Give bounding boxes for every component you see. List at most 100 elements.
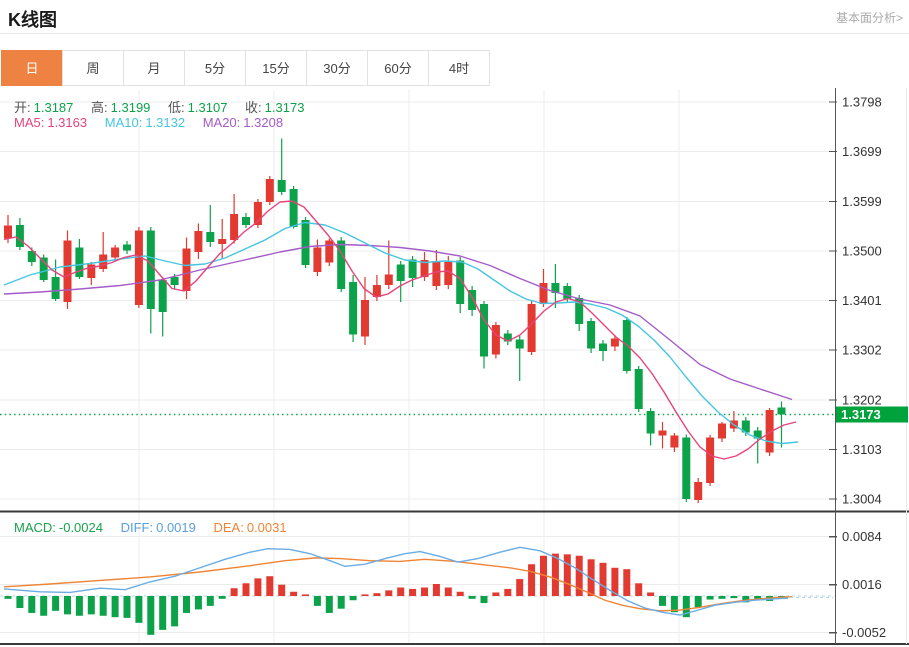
price-tick-label: 1.3798: [842, 95, 882, 110]
candle[interactable]: [635, 369, 643, 409]
macd-bar: [124, 596, 131, 618]
candle[interactable]: [302, 220, 310, 265]
price-tick-label: 1.3004: [842, 492, 882, 507]
macd-bar: [183, 596, 190, 613]
macd-tick-label: 0.0084: [842, 529, 882, 544]
candle[interactable]: [4, 226, 12, 239]
price-tick-label: 1.3202: [842, 393, 882, 408]
candle[interactable]: [111, 248, 119, 258]
macd-bar: [457, 592, 464, 596]
price-tick-label: 1.3103: [842, 442, 882, 457]
macd-bar: [635, 583, 642, 596]
candle[interactable]: [135, 231, 143, 306]
candle[interactable]: [147, 231, 155, 310]
macd-bar: [707, 596, 714, 600]
candle[interactable]: [682, 438, 690, 500]
candle[interactable]: [64, 241, 72, 303]
macd-bar: [231, 588, 238, 596]
macd-bar: [528, 564, 535, 596]
candle[interactable]: [563, 286, 571, 299]
macd-bar: [5, 596, 12, 599]
candle[interactable]: [75, 248, 83, 278]
diff-line: [4, 547, 788, 615]
candle[interactable]: [52, 277, 60, 299]
candle[interactable]: [242, 217, 250, 225]
candle[interactable]: [123, 245, 131, 251]
macd-bar: [16, 596, 23, 608]
candle[interactable]: [492, 325, 500, 355]
macd-bar: [433, 584, 440, 596]
candle[interactable]: [670, 436, 678, 448]
macd-bar: [135, 596, 142, 623]
macd-bar: [147, 596, 154, 635]
candle[interactable]: [528, 304, 536, 352]
macd-bar: [76, 596, 83, 616]
candle[interactable]: [16, 225, 24, 247]
candle[interactable]: [230, 214, 238, 240]
candle[interactable]: [313, 248, 321, 273]
macd-bar: [552, 554, 559, 596]
macd-tick-label: 0.0016: [842, 577, 882, 592]
candle[interactable]: [171, 277, 179, 285]
candle[interactable]: [611, 339, 619, 347]
macd-bar: [623, 569, 630, 596]
candle[interactable]: [361, 300, 369, 337]
macd-bar: [302, 594, 309, 596]
candle[interactable]: [194, 231, 202, 252]
macd-bar: [385, 590, 392, 596]
macd-bar: [52, 596, 59, 611]
macd-bar: [243, 583, 250, 596]
candle[interactable]: [647, 411, 655, 434]
macd-bar: [564, 554, 571, 596]
macd-bar: [469, 596, 476, 599]
candle[interactable]: [325, 241, 333, 263]
candle[interactable]: [718, 424, 726, 439]
candle[interactable]: [218, 239, 226, 244]
candle[interactable]: [385, 275, 393, 286]
candle[interactable]: [409, 260, 417, 279]
macd-bar: [409, 589, 416, 596]
macd-bar: [219, 596, 226, 599]
macd-bar: [373, 593, 380, 596]
macd-bar: [314, 596, 321, 606]
price-tick-label: 1.3500: [842, 244, 882, 259]
candle[interactable]: [694, 482, 702, 500]
candle[interactable]: [278, 180, 286, 192]
macd-bar: [326, 596, 333, 613]
macd-bar: [207, 596, 214, 606]
macd-bar: [100, 596, 107, 616]
candle[interactable]: [480, 304, 488, 357]
macd-bar: [719, 596, 726, 599]
macd-bar: [350, 596, 357, 600]
candle[interactable]: [206, 232, 214, 242]
candle[interactable]: [706, 438, 714, 484]
candle[interactable]: [516, 340, 524, 349]
price-tick-label: 1.3401: [842, 293, 882, 308]
candle[interactable]: [397, 265, 405, 282]
candle[interactable]: [159, 280, 167, 312]
macd-bar: [195, 596, 202, 609]
candle[interactable]: [290, 189, 298, 227]
macd-bar: [88, 596, 95, 614]
macd-bar: [159, 596, 166, 630]
candle[interactable]: [659, 431, 667, 436]
current-price-badge-label: 1.3173: [841, 407, 881, 422]
candle[interactable]: [183, 249, 191, 292]
candle[interactable]: [266, 179, 274, 202]
macd-bar: [397, 588, 404, 596]
ma5-line: [4, 201, 796, 459]
candle[interactable]: [778, 408, 786, 415]
macd-bar: [481, 596, 488, 603]
candlestick-chart[interactable]: 1.37981.36991.35991.35001.34011.33021.32…: [0, 0, 909, 647]
candle[interactable]: [599, 344, 607, 352]
candle[interactable]: [587, 321, 595, 349]
macd-bar: [278, 585, 285, 596]
macd-bar: [516, 579, 523, 596]
macd-bar: [28, 596, 35, 613]
macd-bar: [445, 588, 452, 596]
price-tick-label: 1.3699: [842, 144, 882, 159]
macd-bar: [362, 594, 369, 596]
price-tick-label: 1.3302: [842, 343, 882, 358]
candle[interactable]: [349, 282, 357, 335]
macd-bar: [421, 588, 428, 596]
